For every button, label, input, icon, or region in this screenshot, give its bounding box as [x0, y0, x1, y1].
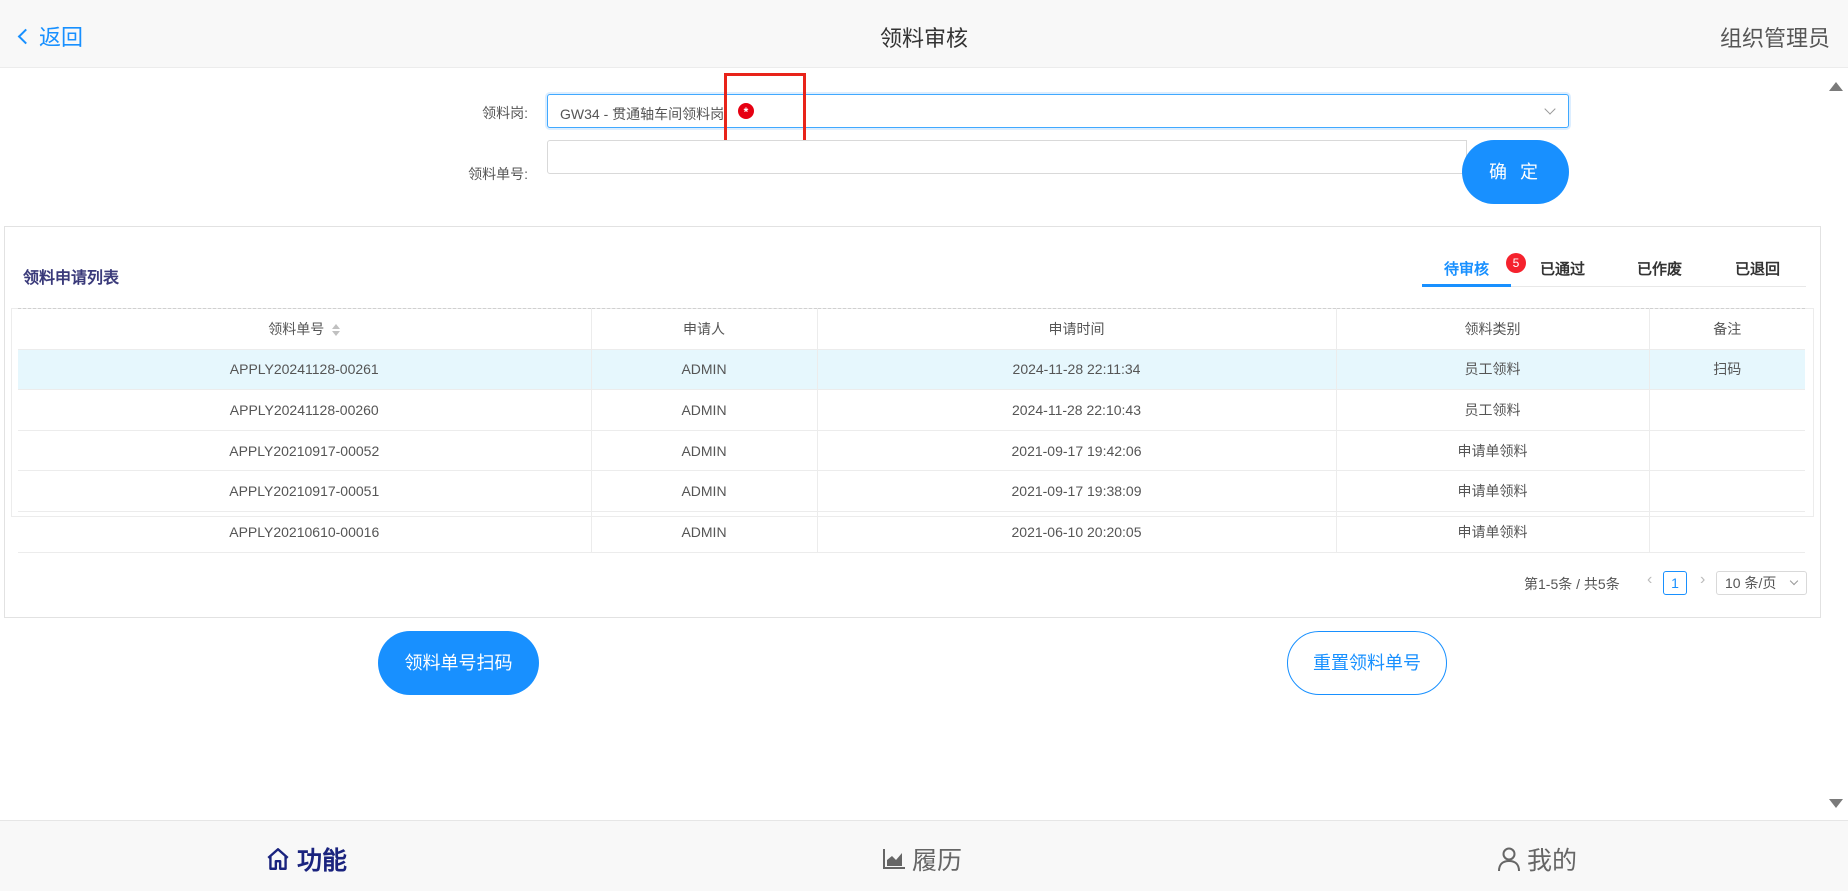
- back-label: 返回: [39, 25, 84, 50]
- table-row[interactable]: APPLY20241128-00260 ADMIN 2024-11-28 22:…: [18, 389, 1805, 431]
- cell-category: 员工领料: [1336, 389, 1650, 431]
- status-tabs: 待审核 5 已通过 已作废 已退回: [1422, 251, 1806, 287]
- cell-applicant: ADMIN: [591, 430, 818, 472]
- user-role[interactable]: 组织管理员: [1720, 21, 1830, 53]
- cell-category: 员工领料: [1336, 349, 1650, 391]
- post-select[interactable]: GW34 - 贯通轴车间领料岗: [547, 94, 1569, 128]
- nav-history-label: 履历: [912, 847, 963, 875]
- tab-pending[interactable]: 待审核 5: [1444, 253, 1526, 279]
- table-row[interactable]: APPLY20210917-00051 ADMIN 2021-09-17 19:…: [18, 470, 1805, 512]
- cell-apply-time: 2024-11-28 22:11:34: [817, 349, 1337, 391]
- cell-remark: [1649, 430, 1805, 472]
- pagination-page-1[interactable]: 1: [1663, 571, 1687, 595]
- table-row[interactable]: APPLY20241128-00261 ADMIN 2024-11-28 22:…: [18, 349, 1805, 391]
- tab-ink-bar: [1422, 284, 1511, 287]
- post-select-value: GW34 - 贯通轴车间领料岗: [560, 106, 725, 122]
- cell-category: 申请单领料: [1336, 470, 1650, 512]
- cell-remark: 扫码: [1649, 349, 1805, 391]
- nav-mine-label: 我的: [1527, 847, 1578, 875]
- tab-approved[interactable]: 已通过: [1540, 258, 1585, 279]
- cell-order-no: APPLY20241128-00261: [18, 349, 592, 391]
- post-label: 领料岗:: [482, 105, 528, 121]
- user-icon: [1498, 847, 1520, 872]
- cell-order-no: APPLY20210917-00051: [18, 470, 592, 512]
- bottom-nav: 功能 履历 我的: [0, 820, 1848, 891]
- order-no-input[interactable]: [547, 140, 1467, 174]
- home-icon: [267, 848, 289, 870]
- apply-list-panel: 领料申请列表 待审核 5 已通过 已作废 已退回 领料单号 申请人 申请时间 领…: [4, 226, 1821, 618]
- tab-pending-label: 待审核: [1444, 261, 1490, 278]
- column-header-applicant: 申请人: [591, 308, 818, 350]
- cell-applicant: ADMIN: [591, 389, 818, 431]
- cell-category: 申请单领料: [1336, 430, 1650, 472]
- nav-mine[interactable]: 我的: [1497, 841, 1577, 877]
- pending-count-badge: 5: [1506, 253, 1526, 273]
- pagination-prev-button[interactable]: ‹: [1647, 571, 1652, 589]
- tab-returned[interactable]: 已退回: [1735, 258, 1780, 279]
- column-header-category: 领料类别: [1336, 308, 1650, 350]
- cell-applicant: ADMIN: [591, 511, 818, 553]
- scroll-up-arrow-icon[interactable]: [1829, 82, 1843, 91]
- cell-applicant: ADMIN: [591, 349, 818, 391]
- nav-function-label: 功能: [297, 847, 348, 875]
- panel-title: 领料申请列表: [23, 270, 120, 287]
- page-title: 领料审核: [879, 26, 968, 51]
- cell-order-no: APPLY20241128-00260: [18, 389, 592, 431]
- scan-order-button[interactable]: 领料单号扫码: [378, 631, 539, 695]
- chevron-down-icon: [1544, 103, 1556, 115]
- cell-applicant: ADMIN: [591, 470, 818, 512]
- table-row[interactable]: APPLY20210917-00052 ADMIN 2021-09-17 19:…: [18, 430, 1805, 472]
- chevron-left-icon: [17, 28, 34, 45]
- column-header-apply-time: 申请时间: [817, 308, 1337, 350]
- nav-function[interactable]: 功能: [265, 841, 347, 877]
- apply-table: 领料单号 申请人 申请时间 领料类别 备注 APPLY20241128-0026…: [11, 308, 1814, 553]
- highlight-box: [724, 73, 806, 146]
- cell-apply-time: 2021-09-17 19:38:09: [817, 470, 1337, 512]
- cell-order-no: APPLY20210610-00016: [18, 511, 592, 553]
- sort-icon[interactable]: [332, 324, 341, 337]
- table-row[interactable]: APPLY20210610-00016 ADMIN 2021-06-10 20:…: [18, 511, 1805, 553]
- cell-remark: [1649, 511, 1805, 553]
- back-button[interactable]: 返回: [17, 20, 84, 52]
- page-size-select[interactable]: 10 条/页: [1716, 571, 1807, 595]
- confirm-button[interactable]: 确 定: [1462, 140, 1569, 204]
- pagination-next-button[interactable]: ›: [1700, 571, 1705, 589]
- reset-order-button[interactable]: 重置领料单号: [1287, 631, 1447, 695]
- top-bar: 返回 领料审核 组织管理员: [0, 0, 1848, 68]
- cell-order-no: APPLY20210917-00052: [18, 430, 592, 472]
- cell-remark: [1649, 470, 1805, 512]
- table-header-row: 领料单号 申请人 申请时间 领料类别 备注: [18, 308, 1805, 350]
- pagination-total: 第1-5条 / 共5条: [1524, 576, 1620, 592]
- column-header-order-no[interactable]: 领料单号: [18, 308, 592, 350]
- cell-remark: [1649, 389, 1805, 431]
- order-no-label: 领料单号:: [468, 166, 528, 182]
- tab-voided[interactable]: 已作废: [1637, 258, 1682, 279]
- page-size-value: 10 条/页: [1725, 575, 1777, 591]
- chart-icon: [883, 849, 905, 869]
- cell-apply-time: 2024-11-28 22:10:43: [817, 389, 1337, 431]
- cell-category: 申请单领料: [1336, 511, 1650, 553]
- cell-apply-time: 2021-09-17 19:42:06: [817, 430, 1337, 472]
- column-header-remark: 备注: [1649, 308, 1805, 350]
- chevron-down-icon: [1789, 576, 1799, 586]
- scroll-down-arrow-icon[interactable]: [1829, 799, 1843, 808]
- nav-history[interactable]: 履历: [882, 841, 962, 877]
- cell-apply-time: 2021-06-10 20:20:05: [817, 511, 1337, 553]
